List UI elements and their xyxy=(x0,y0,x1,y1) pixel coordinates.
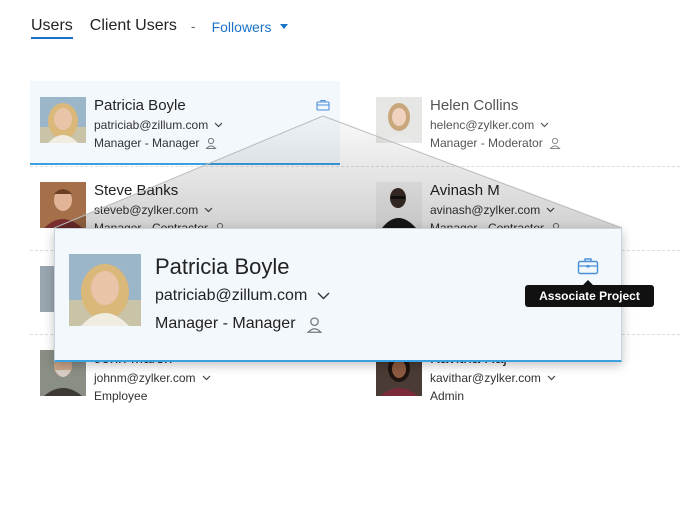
tab-users[interactable]: Users xyxy=(31,16,73,39)
followers-label: Followers xyxy=(211,19,272,35)
user-name: Patricia Boyle xyxy=(94,97,186,114)
tab-client-users[interactable]: Client Users xyxy=(90,16,177,36)
user-role: Admin xyxy=(430,389,465,403)
avatar-helen xyxy=(376,97,422,143)
zoomed-user-email[interactable]: patriciab@zillum.com xyxy=(155,287,330,305)
user-role: Employee xyxy=(94,389,148,403)
user-card-patricia[interactable]: Patricia Boyle patriciab@zillum.com Mana… xyxy=(30,81,340,165)
user-email[interactable]: steveb@zylker.com xyxy=(94,203,213,217)
chevron-down-icon[interactable] xyxy=(202,375,211,381)
chevron-down-icon[interactable] xyxy=(547,375,556,381)
user-role: Manager - Manager xyxy=(94,136,218,150)
avatar-steve xyxy=(40,182,86,228)
followers-dropdown[interactable]: Followers xyxy=(212,16,288,38)
user-name: Helen Collins xyxy=(430,97,519,114)
user-email[interactable]: helenc@zylker.com xyxy=(430,118,549,132)
briefcase-icon[interactable] xyxy=(577,257,599,275)
user-icon xyxy=(205,137,218,149)
tab-separator: - xyxy=(190,18,196,34)
user-email[interactable]: johnm@zylker.com xyxy=(94,371,211,385)
user-name: Steve Banks xyxy=(94,182,179,199)
chevron-down-icon[interactable] xyxy=(540,122,549,128)
user-name: Avinash M xyxy=(430,182,500,199)
user-icon xyxy=(306,316,322,333)
caret-down-icon xyxy=(279,23,288,29)
avatar-avinash xyxy=(376,182,422,228)
chevron-down-icon[interactable] xyxy=(317,292,330,300)
zoomed-avatar xyxy=(69,254,141,326)
tab-bar: Users Client Users - Followers xyxy=(31,16,288,40)
associate-project-tooltip: Associate Project xyxy=(525,280,654,307)
user-email[interactable]: patriciab@zillum.com xyxy=(94,118,223,132)
user-card-helen[interactable]: Helen Collins helenc@zylker.com Manager … xyxy=(366,81,676,165)
zoomed-user-role: Manager - Manager xyxy=(155,315,323,333)
user-email[interactable]: kavithar@zylker.com xyxy=(430,371,556,385)
chevron-down-icon[interactable] xyxy=(204,207,213,213)
user-role: Manager - Moderator xyxy=(430,136,561,150)
briefcase-icon[interactable] xyxy=(316,99,330,111)
chevron-down-icon[interactable] xyxy=(214,122,223,128)
avatar-patricia xyxy=(40,97,86,143)
user-icon xyxy=(549,137,561,149)
zoomed-user-name: Patricia Boyle xyxy=(155,254,290,279)
user-email[interactable]: avinash@zylker.com xyxy=(430,203,555,217)
chevron-down-icon[interactable] xyxy=(546,207,555,213)
